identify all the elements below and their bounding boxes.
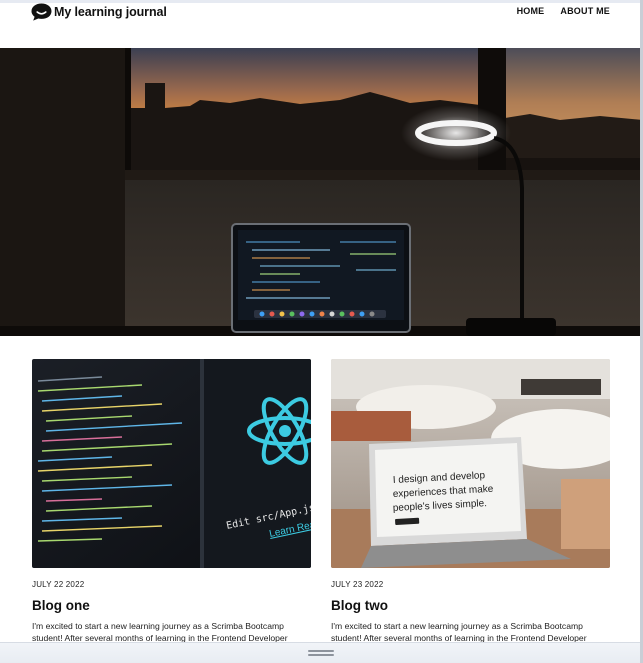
blog-post-card[interactable]: I design and develop experiences that ma… [331, 359, 610, 644]
post-date: JULY 23 2022 [331, 580, 384, 589]
brand-title: My learning journal [54, 5, 167, 19]
post-thumbnail-image: I design and develop experiences that ma… [331, 359, 610, 568]
bottom-resize-bar[interactable] [0, 642, 643, 663]
nav-about-me-link[interactable]: ABOUT ME [560, 6, 610, 16]
post-excerpt: I'm excited to start a new learning jour… [331, 621, 587, 643]
post-date: JULY 22 2022 [32, 580, 85, 589]
page: My learning journal HOME ABOUT ME Edit s… [0, 0, 643, 663]
nav-home-link[interactable]: HOME [517, 6, 545, 16]
main-nav: HOME ABOUT ME [517, 6, 610, 16]
post-thumbnail-image: Edit src/App.js and save Learn React [32, 359, 311, 568]
post-title[interactable]: Blog two [331, 598, 610, 613]
resize-grip-icon[interactable] [308, 650, 334, 657]
brand[interactable]: My learning journal [31, 3, 167, 21]
blog-post-card[interactable]: Edit src/App.js and save Learn React JUL… [32, 359, 311, 644]
post-excerpt: I'm excited to start a new learning jour… [32, 621, 288, 643]
site-header: My learning journal HOME ABOUT ME [0, 3, 643, 48]
post-title[interactable]: Blog one [32, 598, 311, 613]
hero-image [0, 48, 643, 336]
chat-bubble-logo-icon [31, 3, 52, 21]
